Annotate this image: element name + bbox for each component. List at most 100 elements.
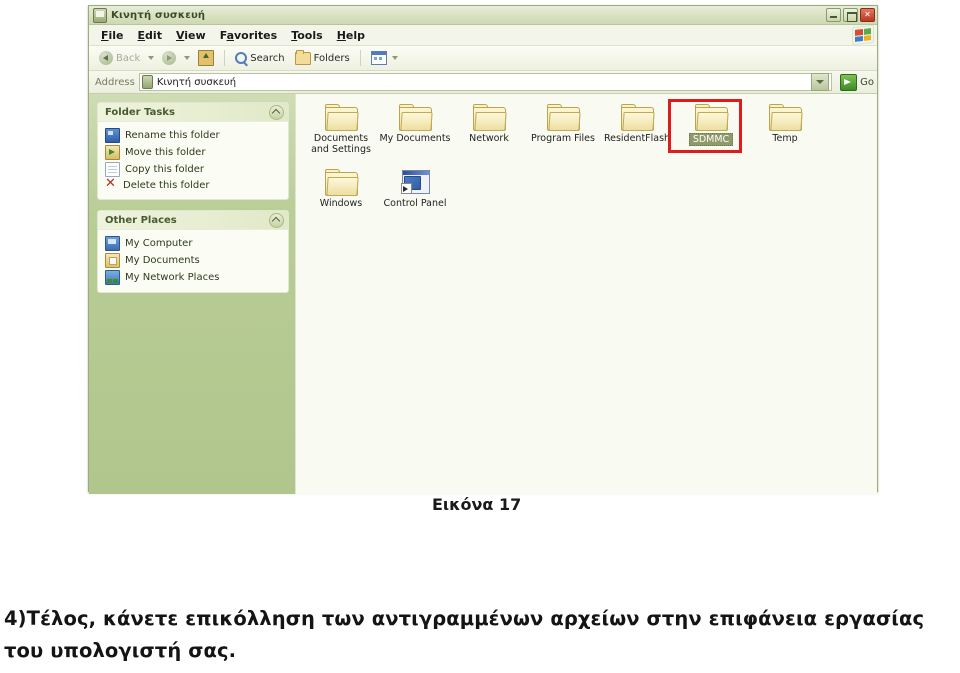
menu-favorites[interactable]: Favorites	[214, 28, 286, 43]
place-my-documents[interactable]: My Documents	[105, 252, 284, 269]
file-item-label-selected: SDMMC	[688, 133, 734, 146]
search-label: Search	[250, 52, 285, 64]
delete-icon	[105, 177, 118, 192]
task-label: Move this folder	[125, 147, 206, 158]
computer-icon	[105, 236, 120, 251]
file-item-residentflash[interactable]: ResidentFlash	[600, 104, 674, 155]
back-dropdown-caret-icon[interactable]	[148, 56, 155, 60]
control-panel-icon	[399, 169, 431, 195]
go-arrow-icon	[840, 73, 858, 91]
folder-icon	[325, 104, 359, 131]
menu-tools[interactable]: Tools	[285, 28, 330, 43]
file-item-label: Temp	[772, 133, 798, 144]
forward-arrow-icon	[162, 51, 177, 65]
file-item-label: My Documents	[379, 133, 451, 144]
documents-icon	[105, 253, 120, 268]
back-label: Back	[116, 52, 141, 64]
file-item-temp[interactable]: Temp	[748, 104, 822, 155]
folder-tasks-header[interactable]: Folder Tasks	[98, 103, 288, 122]
folder-icon	[621, 104, 655, 131]
menu-edit[interactable]: Edit	[132, 28, 170, 43]
other-places-header[interactable]: Other Places	[98, 211, 288, 230]
menu-view[interactable]: View	[170, 28, 214, 43]
file-item-documents-and-settings[interactable]: Documents and Settings	[304, 104, 378, 155]
place-my-computer[interactable]: My Computer	[105, 235, 284, 252]
views-button[interactable]	[367, 50, 404, 66]
back-arrow-icon	[99, 51, 113, 65]
collapse-chevron-icon[interactable]	[269, 212, 284, 228]
copy-icon	[105, 162, 120, 177]
network-places-icon	[105, 270, 120, 285]
folder-icon	[547, 104, 581, 131]
views-caret-icon	[391, 56, 398, 60]
rename-icon	[105, 128, 120, 143]
file-item-label: Windows	[319, 198, 363, 209]
file-item-my-documents[interactable]: My Documents	[378, 104, 452, 155]
up-folder-icon	[198, 50, 215, 66]
task-copy-this-folder[interactable]: Copy this folder	[105, 161, 284, 178]
place-label: My Documents	[125, 255, 200, 266]
place-my-network-places[interactable]: My Network Places	[105, 269, 284, 286]
address-label: Address	[95, 76, 135, 88]
maximize-button[interactable]	[843, 8, 858, 22]
address-dropdown-button[interactable]	[811, 73, 830, 91]
menu-file[interactable]: File	[95, 28, 132, 43]
window-title: Κινητή συσκευή	[111, 9, 206, 21]
task-move-this-folder[interactable]: Move this folder	[105, 144, 284, 161]
folder-icon	[695, 104, 729, 131]
forward-button[interactable]	[158, 50, 180, 66]
mobile-device-icon	[93, 7, 107, 23]
file-item-label: Documents and Settings	[311, 133, 371, 155]
title-bar: Κινητή συσκευή ✕	[89, 6, 877, 25]
file-item-label: Program Files	[531, 133, 595, 144]
file-item-control-panel[interactable]: Control Panel	[378, 169, 452, 209]
folder-tasks-body: Rename this folder Move this folder Copy…	[98, 122, 288, 199]
file-item-sdmmc[interactable]: SDMMC	[674, 104, 748, 155]
task-label: Copy this folder	[125, 164, 204, 175]
back-button[interactable]: Back	[95, 50, 144, 66]
other-places-panel: Other Places My Computer My Documents My	[97, 210, 289, 293]
up-button[interactable]	[194, 49, 218, 67]
other-places-body: My Computer My Documents My Network Plac…	[98, 230, 288, 292]
menu-bar: File Edit View Favorites Tools Help	[89, 24, 877, 46]
search-icon	[235, 52, 248, 64]
search-button[interactable]: Search	[231, 51, 288, 65]
folder-icon	[399, 104, 433, 131]
folders-button[interactable]: Folders	[291, 49, 354, 66]
file-item-program-files[interactable]: Program Files	[526, 104, 600, 155]
close-button[interactable]: ✕	[860, 8, 875, 22]
address-value: Κινητή συσκευή	[156, 76, 237, 88]
file-item-label: Control Panel	[383, 198, 447, 209]
file-item-label: Network	[469, 133, 509, 144]
task-label: Rename this folder	[125, 130, 220, 141]
address-bar: Address Κινητή συσκευή Go	[89, 71, 877, 94]
place-label: My Computer	[125, 238, 193, 249]
window-controls: ✕	[826, 8, 875, 22]
go-label: Go	[860, 76, 874, 88]
window-body: Folder Tasks Rename this folder Move thi…	[89, 94, 877, 494]
file-list-area[interactable]: Documents and Settings My Documents Netw…	[296, 94, 877, 494]
task-rename-this-folder[interactable]: Rename this folder	[105, 127, 284, 144]
folders-icon	[294, 49, 311, 65]
file-item-label: ResidentFlash	[603, 133, 671, 144]
views-icon	[370, 51, 387, 65]
toolbar: Back Search Folders	[89, 46, 877, 71]
collapse-chevron-icon[interactable]	[269, 104, 284, 120]
folder-tasks-title: Folder Tasks	[105, 106, 175, 118]
go-button[interactable]: Go	[836, 73, 874, 91]
file-item-network[interactable]: Network	[452, 104, 526, 155]
icon-grid: Documents and Settings My Documents Netw…	[304, 104, 877, 223]
address-input[interactable]: Κινητή συσκευή	[138, 73, 833, 91]
folder-icon	[473, 104, 507, 131]
task-delete-this-folder[interactable]: Delete this folder	[105, 177, 284, 193]
task-sidebar: Folder Tasks Rename this folder Move thi…	[89, 94, 296, 494]
windows-flag-icon	[852, 24, 874, 46]
toolbar-separator-1	[224, 50, 226, 66]
folder-tasks-panel: Folder Tasks Rename this folder Move thi…	[97, 102, 289, 200]
menu-help[interactable]: Help	[331, 28, 373, 43]
minimize-button[interactable]	[826, 8, 841, 22]
forward-dropdown-caret-icon[interactable]	[184, 56, 191, 60]
move-icon	[105, 145, 120, 160]
file-item-windows[interactable]: Windows	[304, 169, 378, 209]
figure-caption: Εικόνα 17	[432, 495, 522, 514]
